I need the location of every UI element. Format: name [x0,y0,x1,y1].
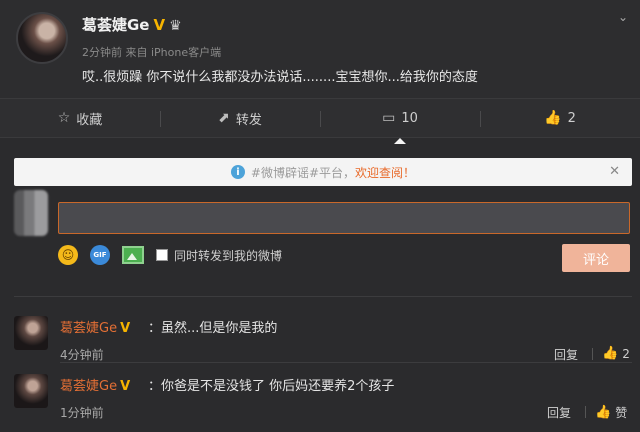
comment-item: 葛荟婕Ge V ：虽然...但是你是我的 4分钟前 回复 👍 2 [14,316,632,374]
crown-icon: ♛ [169,18,182,34]
divider [60,362,632,363]
comment-icon: ▭ [382,110,396,126]
reply-button[interactable]: 回复 [547,404,571,421]
like-count: 2 [567,110,576,126]
post-meta: 2分钟前 来自 iPhone客户端 [82,46,222,59]
verified-badge-icon: V [120,321,131,336]
comment-button[interactable]: ▭ 10 [320,99,480,144]
repost-checkbox[interactable] [156,249,168,261]
rumor-notice-banner: i #微博辟谣#平台， 欢迎查阅！ ✕ [14,158,632,186]
repost-button[interactable]: ⬈ 转发 [160,99,320,137]
comment-text: ：你爸是不是没钱了 你后妈还要养2个孩子 [148,379,395,394]
commenter-name[interactable]: 葛荟婕Ge V [60,317,130,336]
commenter-name-label[interactable]: 葛荟婕Ge [60,321,117,336]
commenter-avatar[interactable] [14,374,48,408]
repost-label: 转发 [235,112,262,128]
reply-button[interactable]: 回复 [554,346,578,363]
author-avatar[interactable] [16,12,68,64]
favorite-button[interactable]: ☆ 收藏 [0,99,160,137]
comment-item: 葛荟婕Ge V ：你爸是不是没钱了 你后妈还要养2个孩子 1分钟前 回复 👍 赞 [14,374,632,432]
favorite-label: 收藏 [76,112,103,128]
thumbs-up-icon: 👍 [544,110,562,126]
thumbs-up-icon: 👍 [595,405,612,420]
comment-like-button[interactable]: 👍 2 [602,346,630,361]
close-icon[interactable]: ✕ [609,164,620,179]
verified-badge-icon: V [153,16,166,34]
comment-time: 4分钟前 [60,348,104,362]
image-icon[interactable] [122,246,144,264]
notice-link[interactable]: 欢迎查阅！ [355,164,415,181]
submit-comment-button[interactable]: 评论 [562,244,630,272]
comment-time: 1分钟前 [60,406,104,420]
weibo-post: 葛荟婕Ge V ♛ 2分钟前 来自 iPhone客户端 哎..很烦躁 你不说什么我都… [0,0,640,98]
current-user-avatar [14,190,48,236]
star-icon: ☆ [57,110,71,126]
divider [14,296,632,297]
comment-text: ：虽然...但是你是我的 [148,321,278,336]
author-name[interactable]: 葛荟婕Ge V ♛ [82,14,182,35]
comment-input[interactable] [58,202,630,234]
emoji-icon[interactable]: ☺ [58,245,78,265]
comment-like-count: 赞 [615,406,628,420]
notice-text: #微博辟谣#平台， [250,165,356,180]
post-action-bar: ☆ 收藏 ⬈ 转发 ▭ 10 👍 2 [0,98,640,144]
chevron-down-icon[interactable]: ⌄ [616,10,630,24]
commenter-name-label[interactable]: 葛荟婕Ge [60,379,117,394]
comment-like-count: 2 [622,346,630,361]
divider [592,348,593,360]
gif-icon[interactable]: GIF [90,245,110,265]
repost-checkbox-label[interactable]: 同时转发到我的微博 [174,247,282,264]
info-icon: i [230,165,245,179]
divider [585,406,586,418]
comment-count: 10 [401,110,418,126]
share-icon: ⬈ [218,110,230,126]
author-name-label[interactable]: 葛荟婕Ge [82,16,150,34]
like-button[interactable]: 👍 2 [480,99,640,137]
verified-badge-icon: V [120,379,131,394]
post-content: 哎..很烦躁 你不说什么我都没办法说话........宝宝想你...给我你的态度 [82,70,478,85]
comment-like-button[interactable]: 👍 赞 [595,404,627,421]
commenter-avatar[interactable] [14,316,48,350]
compose-toolbar: ☺ GIF 同时转发到我的微博 [58,244,282,266]
commenter-name[interactable]: 葛荟婕Ge V [60,375,130,394]
thumbs-up-icon: 👍 [602,346,619,361]
